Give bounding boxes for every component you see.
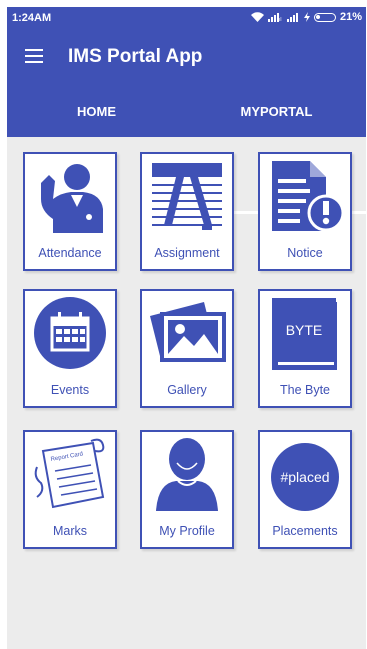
wifi-icon bbox=[250, 12, 264, 22]
battery-icon bbox=[313, 12, 336, 22]
placed-hashtag-text: #placed bbox=[280, 469, 329, 485]
tile-placements[interactable]: #placed Placements bbox=[258, 430, 352, 549]
signal-icon: ıl bbox=[267, 13, 282, 22]
hamburger-menu-icon[interactable] bbox=[25, 49, 43, 63]
app-title: IMS Portal App bbox=[68, 46, 203, 67]
signal-icon-2 bbox=[286, 13, 298, 22]
tile-the-byte[interactable]: BYTE The Byte bbox=[258, 289, 352, 408]
status-bar: 1:24AM ıl 21% bbox=[7, 7, 366, 31]
marks-report-card-icon: Report Card bbox=[34, 438, 105, 509]
battery-percent: 21% bbox=[339, 11, 362, 23]
tile-label: Placements bbox=[272, 524, 338, 538]
book-cover-text: BYTE bbox=[286, 322, 323, 338]
tile-label: Gallery bbox=[167, 383, 207, 397]
svg-text:ıl: ıl bbox=[279, 17, 282, 22]
placements-icon: #placed bbox=[271, 443, 339, 511]
tile-marks[interactable]: Report Card Marks bbox=[23, 430, 117, 549]
status-time: 1:24AM bbox=[12, 12, 52, 24]
tile-notice[interactable]: Notice bbox=[258, 152, 352, 271]
tile-label: The Byte bbox=[279, 383, 331, 397]
tab-home[interactable]: HOME bbox=[7, 83, 186, 137]
the-byte-book-icon: BYTE bbox=[272, 298, 337, 370]
tile-label: Notice bbox=[287, 246, 323, 260]
tile-label: My Profile bbox=[159, 524, 215, 538]
profile-person-icon bbox=[156, 438, 218, 511]
tile-attendance[interactable]: Attendance bbox=[23, 152, 117, 271]
tile-label: Assignment bbox=[154, 246, 220, 260]
tab-myportal[interactable]: MYPORTAL bbox=[187, 83, 366, 137]
app-screen: 1:24AM ıl 21% IMS Portal App HOME MYPORT… bbox=[7, 7, 366, 649]
attendance-icon bbox=[41, 164, 103, 233]
tile-my-profile[interactable]: My Profile bbox=[140, 430, 234, 549]
tab-bar: HOME MYPORTAL bbox=[7, 83, 366, 214]
charging-icon bbox=[303, 12, 310, 22]
gallery-icon bbox=[150, 302, 226, 362]
tile-label: Attendance bbox=[38, 246, 102, 260]
notice-icon bbox=[272, 161, 344, 232]
status-indicators: ıl 21% bbox=[250, 11, 362, 23]
tile-label: Marks bbox=[52, 524, 88, 538]
tile-events[interactable]: Events bbox=[23, 289, 117, 408]
assignment-icon bbox=[152, 163, 222, 230]
tile-gallery[interactable]: Gallery bbox=[140, 289, 234, 408]
events-calendar-icon bbox=[34, 297, 106, 369]
tile-label: Events bbox=[50, 383, 90, 397]
tile-assignment[interactable]: Assignment bbox=[140, 152, 234, 271]
app-bar: IMS Portal App bbox=[7, 31, 366, 83]
